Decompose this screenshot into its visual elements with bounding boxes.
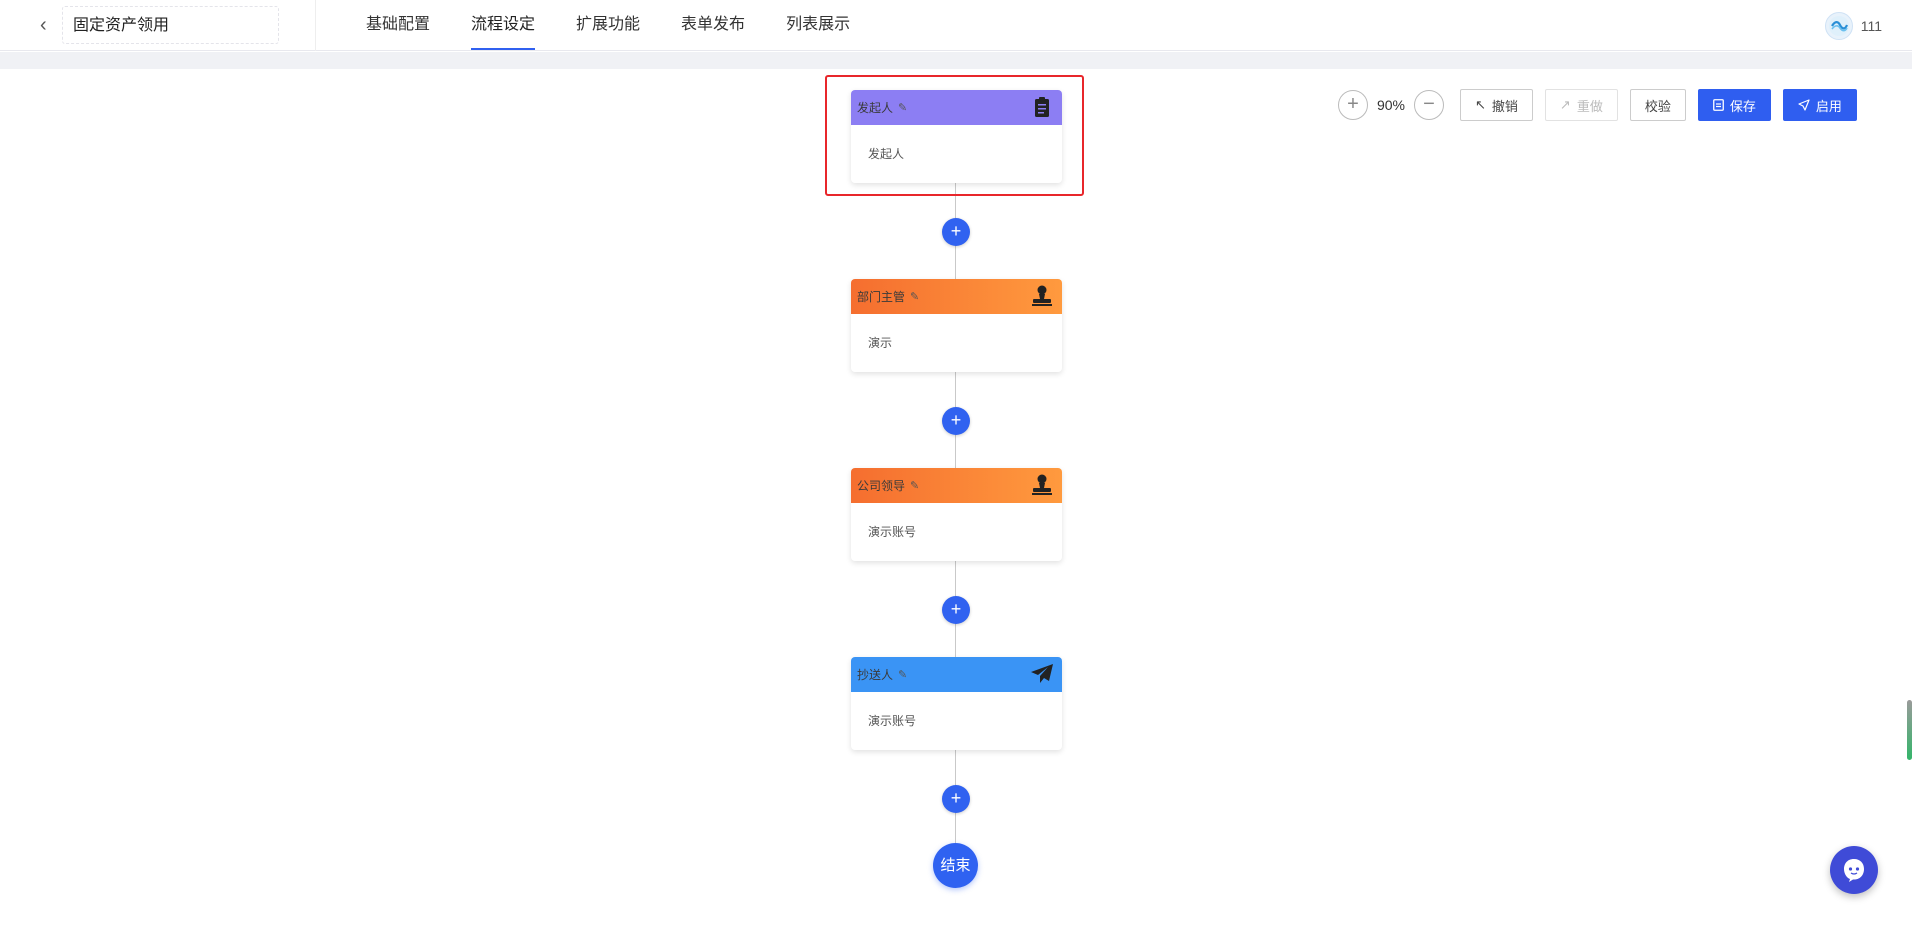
enable-button[interactable]: 启用 <box>1782 89 1857 121</box>
stamp-icon <box>1032 285 1052 306</box>
header-strip <box>0 52 1912 69</box>
stamp-icon <box>1032 474 1052 495</box>
edit-icon[interactable]: ✎ <box>910 479 919 492</box>
add-node-button[interactable]: + <box>942 407 970 435</box>
add-node-button[interactable]: + <box>942 785 970 813</box>
user-name: 111 <box>1860 18 1882 34</box>
enable-label: 启用 <box>1815 98 1842 114</box>
redo-button[interactable]: ↗ 重做 <box>1544 89 1618 121</box>
scrollbar-thumb[interactable] <box>1907 700 1912 760</box>
node-header: 部门主管 ✎ <box>851 279 1062 314</box>
node-header: 发起人 ✎ <box>851 90 1062 125</box>
add-node-button[interactable]: + <box>942 218 970 246</box>
save-icon <box>1712 99 1724 111</box>
redo-icon: ↗ <box>1559 97 1571 112</box>
logo-icon <box>1828 16 1849 36</box>
end-node: 结束 <box>933 843 978 888</box>
add-node-button[interactable]: + <box>942 596 970 624</box>
undo-icon: ↖ <box>1475 97 1486 112</box>
undo-label: 撤销 <box>1491 98 1518 114</box>
flow-node-approver[interactable]: 公司领导 ✎ 演示账号 <box>851 468 1062 561</box>
edit-icon[interactable]: ✎ <box>898 101 907 114</box>
edit-icon[interactable]: ✎ <box>910 290 919 303</box>
send-icon <box>1798 99 1810 111</box>
node-content: 发起人 <box>868 147 905 161</box>
flow-node-cc[interactable]: 抄送人 ✎ 演示账号 <box>851 657 1062 750</box>
undo-button[interactable]: ↖ 撤销 <box>1460 89 1533 121</box>
help-chat-button[interactable] <box>1830 846 1878 894</box>
node-title: 公司领导 <box>857 479 906 493</box>
flow-node-approver[interactable]: 部门主管 ✎ 演示 <box>851 279 1062 372</box>
tab-bar: 基础配置 流程设定 扩展功能 表单发布 列表展示 <box>366 0 891 51</box>
zoom-in-button[interactable]: + <box>1338 90 1368 120</box>
top-header: ‹ 固定资产领用 基础配置 流程设定 扩展功能 表单发布 列表展示 111 <box>0 0 1912 51</box>
node-content: 演示 <box>868 336 893 350</box>
save-button[interactable]: 保存 <box>1697 89 1771 121</box>
node-title: 部门主管 <box>857 290 906 304</box>
node-title: 抄送人 <box>857 668 894 682</box>
avatar[interactable] <box>1824 12 1853 40</box>
zoom-level: 90% <box>1376 97 1406 113</box>
tab-flow-setting[interactable]: 流程设定 <box>471 0 536 51</box>
header-divider <box>315 0 316 51</box>
validate-button[interactable]: 校验 <box>1629 89 1686 121</box>
node-title: 发起人 <box>857 101 894 115</box>
paper-plane-icon <box>1031 664 1053 683</box>
back-icon[interactable]: ‹ <box>40 14 56 36</box>
node-header: 抄送人 ✎ <box>851 657 1062 692</box>
flow-toolbar: + 90% − ↖ 撤销 ↗ 重做 校验 保存 启用 <box>1338 88 1857 122</box>
tab-form-publish[interactable]: 表单发布 <box>681 0 745 51</box>
tab-basic-config[interactable]: 基础配置 <box>366 0 430 51</box>
form-title-input[interactable]: 固定资产领用 <box>62 6 279 44</box>
clipboard-icon <box>1035 97 1049 117</box>
node-header: 公司领导 ✎ <box>851 468 1062 503</box>
user-menu[interactable]: 111 <box>1824 12 1882 40</box>
tab-list-display[interactable]: 列表展示 <box>786 0 850 51</box>
edit-icon[interactable]: ✎ <box>898 668 907 681</box>
node-content: 演示账号 <box>868 714 917 728</box>
validate-label: 校验 <box>1644 98 1671 114</box>
flow-node-initiator[interactable]: 发起人 ✎ 发起人 <box>851 90 1062 183</box>
tab-extensions[interactable]: 扩展功能 <box>576 0 640 51</box>
redo-label: 重做 <box>1576 98 1603 114</box>
node-content: 演示账号 <box>868 525 917 539</box>
chat-bot-icon <box>1844 859 1864 882</box>
save-label: 保存 <box>1729 98 1756 114</box>
zoom-out-button[interactable]: − <box>1414 90 1444 120</box>
